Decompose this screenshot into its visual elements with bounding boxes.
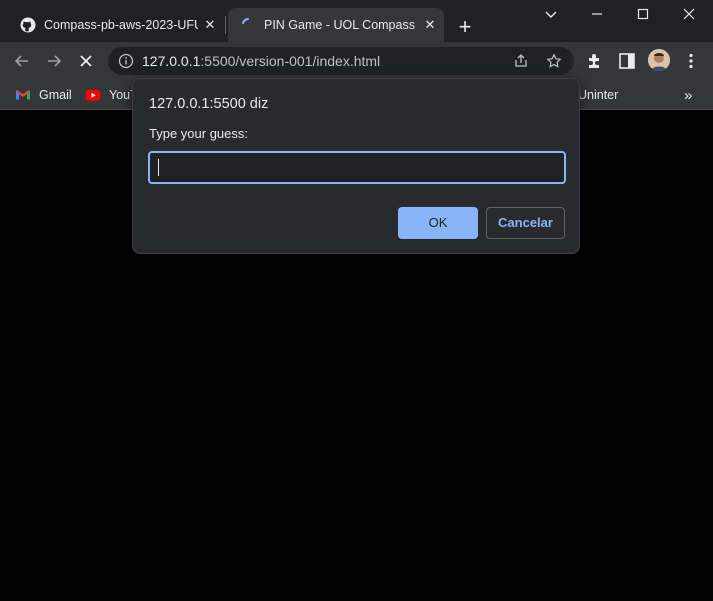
close-icon[interactable]: ✕ [422, 17, 438, 33]
bookmark-youtube[interactable]: YouT [85, 85, 138, 105]
loading-spinner-icon [242, 18, 249, 24]
profile-photo-icon [648, 49, 670, 71]
tab-compass-repo[interactable]: Compass-pb-aws-2023-UFU/ ✕ [8, 8, 224, 42]
bookmark-gmail[interactable]: Gmail [15, 85, 72, 105]
arrow-left-icon [14, 55, 28, 67]
browser-toolbar: 127.0.0.1:5500/version-001/index.html [0, 42, 713, 80]
forward-button[interactable] [41, 48, 67, 74]
url-text: 127.0.0.1:5500/version-001/index.html [142, 53, 380, 69]
text-caret [158, 159, 159, 176]
bookmark-uninter[interactable]: Uninter [578, 85, 618, 105]
minimize-button[interactable] [574, 4, 620, 26]
share-icon[interactable] [513, 53, 529, 69]
bookmarks-overflow-button[interactable]: » [684, 85, 692, 105]
info-icon[interactable] [118, 53, 134, 69]
url-path: :5500/version-001/index.html [200, 53, 381, 69]
url-host: 127.0.0.1 [142, 53, 201, 69]
guess-input-field[interactable] [148, 151, 566, 184]
close-icon[interactable]: ✕ [202, 17, 218, 33]
github-icon [20, 17, 36, 33]
browser-titlebar: Compass-pb-aws-2023-UFU/ ✕ PIN Game - UO… [0, 0, 713, 42]
guess-input[interactable] [150, 153, 564, 182]
back-button[interactable] [9, 48, 35, 74]
maximize-button[interactable] [620, 4, 666, 26]
close-icon [683, 8, 695, 20]
cancel-button[interactable]: Cancelar [486, 207, 565, 239]
dialog-origin-heading: 127.0.0.1:5500 diz [149, 96, 269, 112]
youtube-icon [85, 90, 101, 101]
dialog-message: Type your guess: [149, 126, 248, 141]
bookmark-label: Gmail [39, 88, 72, 102]
tab-pin-game[interactable]: PIN Game - UOL Compass ✕ [228, 8, 444, 42]
extensions-puzzle-icon[interactable] [585, 51, 605, 71]
close-window-button[interactable] [666, 4, 712, 26]
new-tab-button[interactable]: + [452, 15, 478, 41]
ok-button[interactable]: OK [398, 207, 478, 239]
minimize-icon [592, 13, 602, 15]
tab-title: PIN Game - UOL Compass [264, 18, 415, 32]
stop-loading-button[interactable] [73, 48, 99, 74]
more-menu-icon[interactable] [681, 51, 701, 71]
tab-search-button[interactable] [528, 4, 574, 26]
prompt-dialog: 127.0.0.1:5500 diz Type your guess: OK C… [132, 78, 580, 254]
gmail-icon [16, 90, 30, 100]
star-icon[interactable] [546, 53, 562, 69]
maximize-icon [637, 8, 649, 20]
tab-title: Compass-pb-aws-2023-UFU/ [44, 18, 198, 32]
chevron-down-icon [545, 11, 557, 18]
side-panel-icon[interactable] [617, 51, 637, 71]
address-bar[interactable]: 127.0.0.1:5500/version-001/index.html [108, 47, 574, 75]
close-icon [80, 55, 92, 67]
bookmark-label: Uninter [578, 88, 619, 102]
avatar[interactable] [648, 49, 670, 71]
tab-separator [225, 16, 226, 34]
arrow-right-icon [48, 55, 62, 67]
